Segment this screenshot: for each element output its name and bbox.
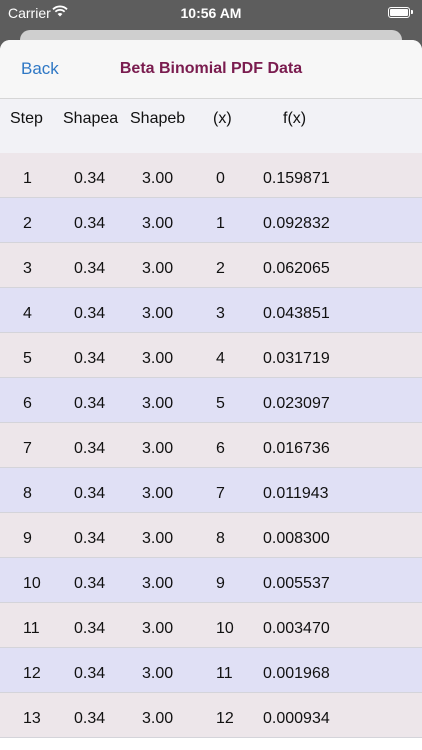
- header-step: Step: [10, 110, 43, 127]
- cell-shapeb: 3.00: [142, 620, 174, 637]
- header-shapea: Shapea: [63, 110, 119, 127]
- cell-shapeb: 3.00: [142, 665, 174, 682]
- cell-fx: 0.031719: [263, 350, 330, 367]
- cell-fx: 0.043851: [263, 305, 330, 322]
- cell-step: 12: [23, 665, 41, 682]
- cell-shapea: 0.34: [74, 530, 106, 547]
- table-header: Step Shapea Shapeb (x) f(x): [0, 99, 422, 153]
- cell-shapeb: 3.00: [142, 395, 174, 412]
- cell-step: 8: [23, 485, 32, 502]
- table-row: 2 0.34 3.00 1 0.092832: [0, 198, 422, 243]
- table-row: 3 0.34 3.00 2 0.062065: [0, 243, 422, 288]
- cell-fx: 0.062065: [263, 260, 330, 277]
- data-sheet: Back Beta Binomial PDF Data Step Shapea …: [0, 40, 422, 750]
- cell-fx: 0.001968: [263, 665, 330, 682]
- cell-step: 2: [23, 215, 32, 232]
- cell-step: 5: [23, 350, 32, 367]
- cell-shapea: 0.34: [74, 260, 106, 277]
- cell-step: 1: [23, 170, 32, 187]
- table-body: 1 0.34 3.00 0 0.159871 2 0.34 3.00 1 0.092832 3 0.3…: [0, 153, 422, 738]
- cell-step: 13: [23, 710, 41, 727]
- cell-fx: 0.008300: [263, 530, 330, 547]
- cell-shapea: 0.34: [74, 485, 106, 502]
- table-row: 8 0.34 3.00 7 0.011943: [0, 468, 422, 513]
- cell-shapeb: 3.00: [142, 350, 174, 367]
- cell-x: 12: [216, 710, 234, 727]
- cell-shapea: 0.34: [74, 440, 106, 457]
- cell-x: 6: [216, 440, 225, 457]
- header-fx: f(x): [283, 110, 307, 127]
- cell-fx: 0.023097: [263, 395, 330, 412]
- cell-fx: 0.011943: [263, 485, 329, 502]
- header-x: (x): [213, 110, 232, 127]
- cell-x: 9: [216, 575, 225, 592]
- cell-shapeb: 3.00: [142, 215, 174, 232]
- cell-shapeb: 3.00: [142, 575, 174, 592]
- cell-shapea: 0.34: [74, 665, 106, 682]
- cell-shapea: 0.34: [74, 170, 106, 187]
- cell-fx: 0.092832: [263, 215, 330, 232]
- table-row: 1 0.34 3.00 0 0.159871: [0, 153, 422, 198]
- cell-x: 0: [216, 170, 225, 187]
- cell-fx: 0.003470: [263, 620, 330, 637]
- table-row: 10 0.34 3.00 9 0.005537: [0, 558, 422, 603]
- cell-step: 9: [23, 530, 32, 547]
- cell-shapea: 0.34: [74, 395, 106, 412]
- header-shapeb: Shapeb: [130, 110, 186, 127]
- cell-shapeb: 3.00: [142, 530, 174, 547]
- cell-x: 2: [216, 260, 225, 277]
- cell-step: 3: [23, 260, 32, 277]
- cell-shapea: 0.34: [74, 620, 106, 637]
- cell-x: 8: [216, 530, 225, 547]
- cell-x: 4: [216, 350, 225, 367]
- navigation-bar: Back Beta Binomial PDF Data: [0, 40, 422, 99]
- cell-step: 7: [23, 440, 32, 457]
- cell-shapeb: 3.00: [142, 305, 174, 322]
- cell-x: 11: [216, 665, 233, 682]
- table-row: 9 0.34 3.00 8 0.008300: [0, 513, 422, 558]
- cell-shapeb: 3.00: [142, 260, 174, 277]
- cell-step: 11: [23, 620, 40, 637]
- cell-step: 6: [23, 395, 32, 412]
- cell-x: 5: [216, 395, 225, 412]
- cell-shapeb: 3.00: [142, 485, 174, 502]
- cell-shapeb: 3.00: [142, 440, 174, 457]
- cell-fx: 0.159871: [263, 170, 330, 187]
- cell-x: 7: [216, 485, 225, 502]
- status-time: 10:56 AM: [180, 5, 242, 21]
- table-row: 6 0.34 3.00 5 0.023097: [0, 378, 422, 423]
- cell-shapea: 0.34: [74, 575, 106, 592]
- table-row: 12 0.34 3.00 11 0.001968: [0, 648, 422, 693]
- battery-icon: [388, 7, 413, 18]
- table-row: 4 0.34 3.00 3 0.043851: [0, 288, 422, 333]
- page-title: Beta Binomial PDF Data: [119, 60, 303, 77]
- cell-shapea: 0.34: [74, 710, 106, 727]
- cell-x: 1: [216, 215, 225, 232]
- cell-x: 10: [216, 620, 234, 637]
- status-bar: Carrier 10:56 AM: [0, 0, 422, 28]
- cell-x: 3: [216, 305, 225, 322]
- cell-shapeb: 3.00: [142, 170, 174, 187]
- cell-shapea: 0.34: [74, 350, 106, 367]
- cell-shapeb: 3.00: [142, 710, 174, 727]
- table-row: 13 0.34 3.00 12 0.000934: [0, 693, 422, 738]
- cell-shapea: 0.34: [74, 305, 106, 322]
- cell-shapea: 0.34: [74, 215, 106, 232]
- cell-step: 10: [23, 575, 41, 592]
- table-row: 7 0.34 3.00 6 0.016736: [0, 423, 422, 468]
- cell-fx: 0.016736: [263, 440, 330, 457]
- table-row: 11 0.34 3.00 10 0.003470: [0, 603, 422, 648]
- cell-step: 4: [23, 305, 32, 322]
- table-row: 5 0.34 3.00 4 0.031719: [0, 333, 422, 378]
- cell-fx: 0.005537: [263, 575, 330, 592]
- cell-fx: 0.000934: [263, 710, 330, 727]
